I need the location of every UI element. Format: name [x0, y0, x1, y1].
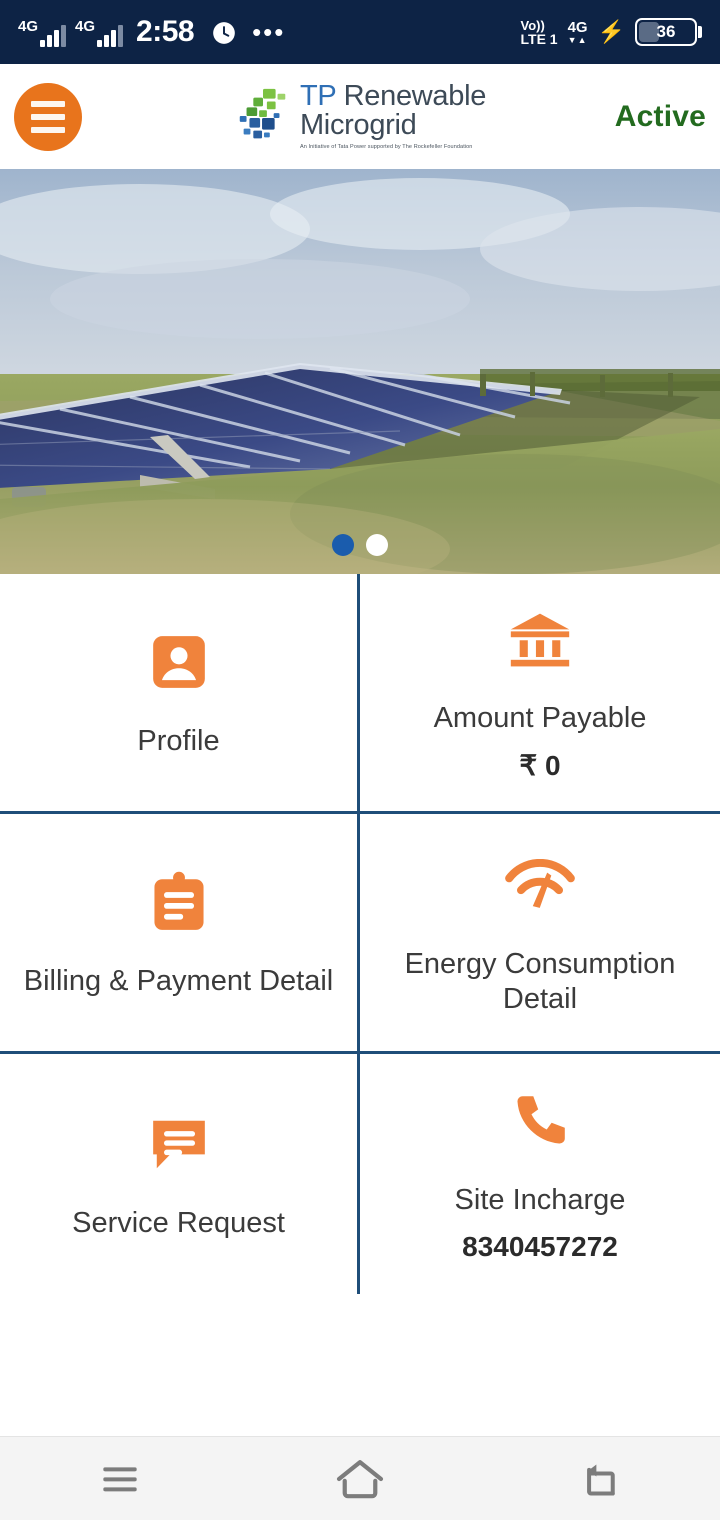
sim2-signal-bars-icon — [97, 25, 124, 47]
tile-label: Energy Consumption Detail — [404, 947, 676, 1015]
sim2-signal-indicator: 4G — [75, 18, 124, 47]
sim1-signal-bars-icon — [40, 25, 67, 47]
tile-label: Amount Payable — [433, 701, 647, 734]
back-icon — [587, 1463, 615, 1496]
recents-icon — [103, 1466, 137, 1491]
hamburger-icon-line — [31, 100, 65, 107]
feature-grid: Profile Amount Payable ₹ 0 Billing & Pay… — [0, 574, 720, 1294]
data-arrows-icon: ▼▲ — [567, 34, 588, 45]
battery-body-icon: 36 — [635, 18, 697, 46]
hamburger-menu-button[interactable] — [14, 82, 82, 151]
alarm-icon — [213, 22, 235, 44]
tile-site-incharge[interactable]: Site Incharge 8340457272 — [360, 1054, 720, 1294]
hamburger-icon-line — [31, 113, 65, 120]
status-bar-clock: 2:58 — [136, 15, 195, 48]
tile-label: Profile — [137, 725, 220, 758]
charging-bolt-icon: ⚡ — [597, 19, 625, 44]
hero-carousel[interactable] — [0, 169, 720, 574]
tile-billing-payment-detail[interactable]: Billing & Payment Detail — [0, 814, 360, 1054]
tile-energy-consumption-detail[interactable]: Energy Consumption Detail — [360, 814, 720, 1054]
phone-icon — [509, 1085, 571, 1157]
mobile-data-indicator: 4G ▼▲ — [568, 20, 588, 45]
tile-service-request[interactable]: Service Request — [0, 1054, 360, 1294]
battery-level-label: 36 — [656, 22, 676, 41]
clipboard-icon — [150, 866, 208, 938]
volte-line1: Vo)) — [520, 17, 545, 33]
brand-text: TP Renewable Microgrid An Initiative of … — [300, 82, 486, 151]
tile-amount-payable[interactable]: Amount Payable ₹ 0 — [360, 574, 720, 814]
app-header: TP Renewable Microgrid An Initiative of … — [0, 64, 720, 169]
sim1-network-label: 4G — [18, 18, 39, 35]
phone-screen: 4G 4G 2:58 ••• Vo)) LTE 1 4G ▼▲ ⚡ 36 TP … — [0, 0, 720, 1520]
status-bar-left: 4G 4G 2:58 ••• — [18, 17, 521, 47]
carousel-dots[interactable] — [332, 534, 388, 556]
home-button[interactable] — [300, 1449, 420, 1509]
chat-icon — [148, 1108, 210, 1180]
carousel-dot-2[interactable] — [366, 534, 388, 556]
mobile-data-label: 4G — [567, 18, 588, 36]
connection-status-badge: Active — [614, 99, 706, 133]
brand-tp: TP — [299, 80, 336, 113]
status-bar-overflow-icon: ••• — [252, 17, 286, 47]
back-button[interactable] — [540, 1449, 660, 1509]
status-bar: 4G 4G 2:58 ••• Vo)) LTE 1 4G ▼▲ ⚡ 36 — [0, 0, 720, 64]
hamburger-icon-line — [31, 126, 65, 133]
app-logo: TP Renewable Microgrid An Initiative of … — [234, 82, 486, 151]
brand-tagline: An Initiative of Tata Power supported by… — [299, 144, 473, 151]
brand-renewable: Renewable — [335, 80, 487, 113]
amount-payable-value: ₹ 0 — [519, 750, 561, 782]
tile-profile[interactable]: Profile — [0, 574, 360, 814]
tile-label: Site Incharge — [454, 1183, 626, 1216]
profile-icon — [148, 626, 210, 698]
tile-label: Billing & Payment Detail — [23, 965, 334, 998]
solar-farm-photo — [0, 169, 720, 574]
volte-line2: LTE 1 — [520, 30, 558, 47]
brand-line-1: TP Renewable — [300, 82, 486, 111]
tile-label: Service Request — [72, 1206, 285, 1239]
sim2-network-label: 4G — [75, 18, 96, 35]
carousel-dot-1[interactable] — [332, 534, 354, 556]
brand-line-2: Microgrid — [299, 109, 417, 142]
battery-indicator: 36 — [635, 18, 702, 46]
gauge-icon — [504, 849, 576, 921]
status-bar-right: Vo)) LTE 1 4G ▼▲ ⚡ 36 — [521, 18, 702, 46]
sim1-signal-indicator: 4G — [18, 18, 67, 47]
bank-icon — [507, 603, 573, 675]
recents-button[interactable] — [60, 1449, 180, 1509]
microgrid-logo-icon — [239, 88, 286, 138]
android-nav-bar — [0, 1436, 720, 1520]
battery-cap-icon — [698, 26, 702, 38]
volte-indicator: Vo)) LTE 1 — [521, 19, 558, 46]
site-incharge-phone-number: 8340457272 — [462, 1231, 618, 1263]
home-icon — [336, 1459, 384, 1498]
